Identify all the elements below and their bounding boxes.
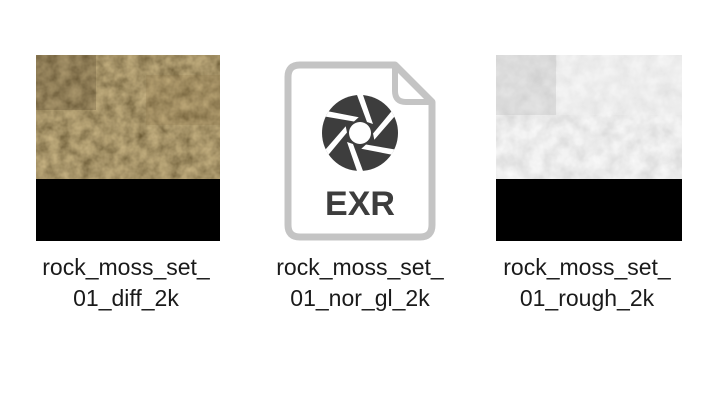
file-name-label: rock_moss_set_ 01_nor_gl_2k	[276, 254, 444, 311]
file-name-label: rock_moss_set_ 01_diff_2k	[42, 254, 210, 311]
file-name-label: rock_moss_set_ 01_rough_2k	[503, 254, 671, 311]
diffuse-texture-thumbnail	[26, 55, 226, 243]
exr-icon-text: EXR	[325, 185, 395, 223]
exr-file-icon: EXR	[260, 55, 460, 243]
roughness-texture-thumbnail	[487, 55, 687, 243]
